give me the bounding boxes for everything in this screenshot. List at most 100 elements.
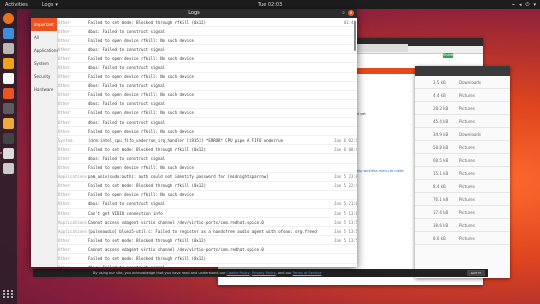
software-icon[interactable]: [3, 88, 14, 99]
system-tray[interactable]: ⌁ ◂ ⏻ ▾: [512, 2, 536, 8]
log-entry-message: Failed to open device rfkill: No such de…: [88, 165, 194, 171]
file-size: 76.1 kB: [433, 196, 449, 202]
log-entry-time: Jan 6 00:42: [334, 146, 357, 152]
log-entry-message: Failed to open device rfkill: No such de…: [88, 55, 194, 61]
files-window: 3.5 kB Downloads 4.4 kB Pictures 28.3 kB Pict…: [415, 66, 510, 278]
terminal-icon[interactable]: [3, 133, 14, 144]
file-row[interactable]: 4.4 kB Pictures: [415, 89, 510, 102]
file-row[interactable]: 68.5 kB Pictures: [415, 154, 510, 167]
log-entry[interactable]: Other Failed to open device rfkill: No su…: [58, 36, 357, 46]
log-entry[interactable]: Other dbus: Failed to construct signal Jan…: [58, 200, 357, 209]
chevron-down-icon: ▾: [55, 1, 58, 8]
log-entry[interactable]: Otherdbus: Failed to construct signal: [58, 27, 357, 37]
file-row[interactable]: 3.5 kB Downloads: [415, 76, 510, 89]
log-entry-message: dbus: Failed to construct signal: [88, 155, 166, 161]
clock[interactable]: Tue 02:03: [258, 2, 283, 8]
file-size: 58.8 kB: [433, 144, 449, 150]
file-row[interactable]: 8.6 kB Pictures: [415, 232, 510, 245]
log-entry[interactable]: Other Failed to open device rfkill: No su…: [58, 73, 357, 82]
log-entry[interactable]: Other Failed to open device rfkill: No su…: [58, 164, 357, 173]
log-entry-message: dbus: Failed to construct signal: [88, 119, 166, 125]
log-entry[interactable]: Otherdbus: Failed to construct signal: [58, 63, 357, 73]
log-entry[interactable]: Otherdbus: Failed to construct signal: [58, 45, 357, 55]
file-row[interactable]: 45.4 kB Pictures: [415, 115, 510, 128]
file-row[interactable]: 28.3 kB Pictures: [415, 102, 510, 115]
log-entry-category: Other: [58, 183, 71, 189]
sidebar-item-all[interactable]: All: [31, 31, 57, 44]
log-entry-category: Other: [58, 155, 71, 161]
file-row[interactable]: 8.4 kB Pictures: [415, 180, 510, 193]
file-location: Pictures: [459, 196, 475, 202]
log-entry[interactable]: Other Failed to open device rfkill: No su…: [58, 54, 357, 64]
settings-icon[interactable]: [3, 163, 14, 174]
log-entry[interactable]: Otherdbus: Failed to construct signal: [58, 100, 357, 109]
log-entry-message: Failed to set mode: Blocked through rfki…: [88, 19, 207, 25]
activities-button[interactable]: Activities: [5, 2, 28, 8]
files-icon[interactable]: [3, 43, 14, 54]
file-size: 4.4 kB: [433, 92, 446, 98]
sidebar-item-hardware[interactable]: Hardware: [31, 83, 57, 96]
dock: [0, 9, 17, 304]
log-entry[interactable]: Other Failed to open device rfkill: No su…: [58, 191, 357, 200]
writer-icon[interactable]: [3, 73, 14, 84]
help-icon[interactable]: [3, 103, 14, 114]
file-row[interactable]: 17.4 kB Pictures: [415, 206, 510, 219]
log-entry[interactable]: Other Failed to open device rfkill: No su…: [58, 127, 357, 137]
log-entry[interactable]: Other Failed to open device rfkill: No su…: [58, 91, 357, 100]
search-icon[interactable]: ⌕: [342, 10, 345, 16]
file-row[interactable]: 58.8 kB Pictures: [415, 141, 510, 154]
sidebar-item-security[interactable]: Security: [31, 70, 57, 83]
log-entry[interactable]: Other Cannot access vdagent virtio channe…: [58, 245, 357, 255]
log-entry[interactable]: Applications Cannot access vdagent virtio…: [58, 218, 357, 228]
log-entry[interactable]: Applications pam_unix(sudo:auth): auth co…: [58, 173, 357, 182]
firefox-icon[interactable]: [3, 13, 14, 24]
amazon-icon[interactable]: [3, 118, 14, 129]
got-it-button[interactable]: GOT IT: [466, 270, 485, 276]
file-row[interactable]: 34.9 kB Downloads: [415, 128, 510, 141]
logs-window: Logs ⌕ × Important All Applications System S…: [31, 9, 357, 267]
share-button[interactable]: Share: [443, 53, 453, 58]
terms-link[interactable]: Terms of Service: [293, 271, 322, 275]
file-row[interactable]: 38.6 kB Pictures: [415, 219, 510, 232]
log-entry[interactable]: Other Can't get VIDIO connection info Jan …: [58, 209, 357, 219]
file-size: 28.3 kB: [433, 105, 449, 111]
log-entry-message: [drm:intel_cpu_fifo_underrun_irq_handler…: [88, 137, 284, 143]
log-entry[interactable]: Other Failed to open device rfkill: No su…: [58, 109, 357, 119]
log-entry[interactable]: Otherdbus: Failed to construct signal: [58, 82, 357, 91]
sidebar-item-applications[interactable]: Applications: [31, 44, 58, 57]
log-entry[interactable]: Applications [pulseaudio] bluez5-util.c: …: [58, 227, 357, 237]
log-entry-message: Failed to open device rfkill: No such de…: [88, 110, 194, 116]
file-row[interactable]: 76.1 kB Pictures: [415, 193, 510, 206]
rhythmbox-icon[interactable]: [3, 58, 14, 69]
log-entry-message: Failed to open device rfkill: No such de…: [88, 37, 194, 43]
sidebar-item-important[interactable]: Important: [31, 18, 57, 31]
logs-icon[interactable]: [0, 148, 14, 159]
show-applications-icon[interactable]: [3, 288, 14, 299]
log-entry[interactable]: Other dbus: Failed to construct signal: [58, 154, 357, 164]
log-entry-category: Other: [58, 119, 71, 125]
log-entry[interactable]: Other Failed to set mode: Blocked through…: [58, 254, 357, 264]
sidebar-item-system[interactable]: System: [31, 57, 57, 70]
log-entry[interactable]: Other Failed to set mode: Blocked through…: [58, 145, 357, 155]
log-entry[interactable]: Other Failed to set mode: Blocked through…: [58, 182, 357, 191]
file-location: Pictures: [459, 92, 475, 98]
cookie-policy-link[interactable]: Cookie Policy: [227, 271, 250, 275]
app-name: Logs: [41, 1, 54, 8]
scrollbar[interactable]: [354, 21, 356, 51]
log-entry[interactable]: System [drm:intel_cpu_fifo_underrun_irq_h…: [58, 136, 357, 146]
log-entry[interactable]: Other Failed to set mode: Blocked through…: [58, 18, 357, 28]
privacy-policy-link[interactable]: Privacy Policy: [252, 271, 276, 275]
log-entry[interactable]: Other Failed to set mode: Blocked through…: [58, 236, 357, 246]
log-entry-category: Applications: [58, 228, 87, 234]
site-header: [348, 44, 408, 52]
file-row[interactable]: 15.1 kB Pictures: [415, 167, 510, 180]
log-entry-time: Jan 5 13:55: [334, 228, 357, 234]
log-entry[interactable]: Other dbus: Failed to construct signal: [58, 118, 357, 128]
chevron-down-icon: ▾: [533, 1, 536, 8]
app-menu[interactable]: Logs ▾: [42, 2, 58, 8]
log-entry-category: Other: [58, 110, 71, 116]
log-entry-category: Other: [58, 37, 71, 43]
thunderbird-icon[interactable]: [3, 28, 14, 39]
log-entry[interactable]: Otherdbus: Failed to construct signal: [58, 264, 357, 267]
close-icon[interactable]: ×: [348, 10, 354, 16]
